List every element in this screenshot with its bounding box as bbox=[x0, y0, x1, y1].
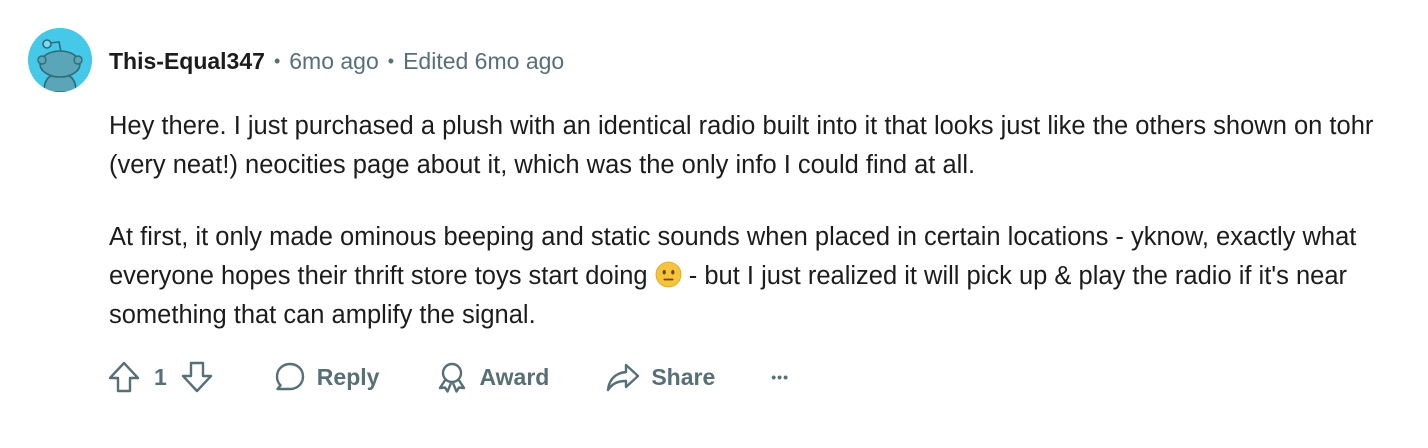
comment-paragraph: At first, it only made ominous beeping a… bbox=[109, 218, 1409, 335]
share-label: Share bbox=[651, 363, 716, 390]
upvote-arrow-icon[interactable] bbox=[104, 357, 144, 397]
comment-meta: This-Equal347 • 6mo ago • Edited 6mo ago bbox=[109, 44, 564, 78]
share-arrow-icon bbox=[605, 360, 641, 394]
reddit-snoo-avatar-icon[interactable] bbox=[28, 28, 92, 92]
username-link[interactable]: This-Equal347 bbox=[109, 48, 265, 75]
reply-button[interactable]: Reply bbox=[273, 360, 380, 394]
neutral-face-emoji-icon bbox=[655, 261, 682, 288]
comment: This-Equal347 • 6mo ago • Edited 6mo ago… bbox=[0, 0, 1428, 448]
vote-count: 1 bbox=[154, 363, 167, 390]
downvote-arrow-icon[interactable] bbox=[177, 357, 217, 397]
speech-bubble-icon bbox=[273, 360, 307, 394]
award-ribbon-icon bbox=[435, 360, 469, 394]
comment-body: Hey there. I just purchased a plush with… bbox=[109, 107, 1409, 368]
more-dots-icon: ••• bbox=[771, 369, 789, 385]
timestamp[interactable]: 6mo ago bbox=[289, 48, 379, 75]
meta-separator: • bbox=[387, 50, 395, 71]
meta-separator: • bbox=[273, 50, 281, 71]
edited-timestamp: Edited 6mo ago bbox=[403, 47, 565, 74]
comment-actions: 1 Reply Award Share ••• bbox=[104, 356, 789, 398]
share-button[interactable]: Share bbox=[605, 360, 715, 394]
vote-control: 1 bbox=[104, 357, 217, 397]
award-button[interactable]: Award bbox=[435, 360, 549, 394]
comment-paragraph: Hey there. I just purchased a plush with… bbox=[109, 112, 1374, 179]
reply-label: Reply bbox=[316, 363, 380, 390]
more-options-button[interactable]: ••• bbox=[771, 369, 789, 385]
award-label: Award bbox=[479, 363, 550, 390]
